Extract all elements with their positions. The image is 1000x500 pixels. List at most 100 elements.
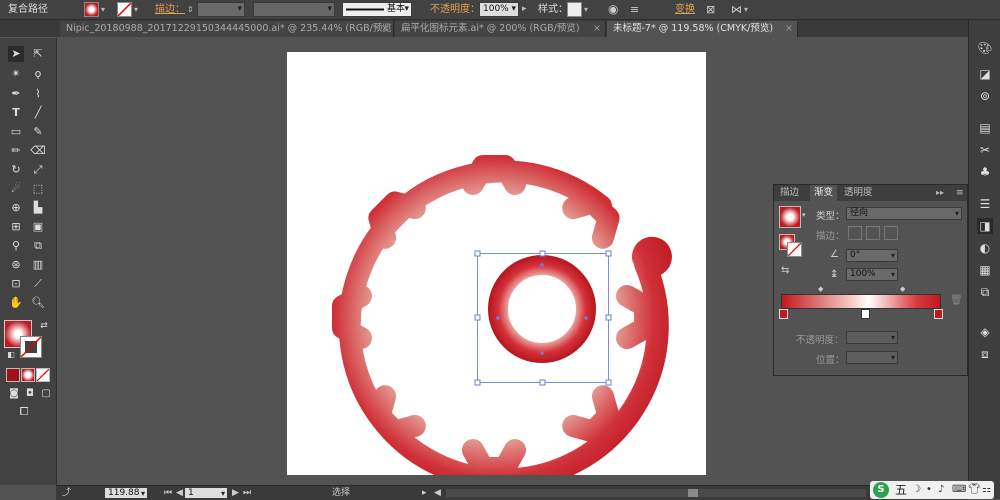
layers-icon[interactable]: ◈	[977, 324, 993, 340]
tab-nipic[interactable]: Nipic_20180988_20171229150344445000.ai* …	[60, 21, 394, 37]
ime-voice-icon[interactable]: ♪	[938, 482, 944, 498]
magic-wand-icon[interactable]: ✴	[8, 66, 24, 82]
graphic-styles-icon[interactable]: ♣	[977, 164, 993, 180]
recolor-icon[interactable]: ◉	[608, 0, 618, 19]
slice-icon[interactable]: ⟋	[30, 276, 46, 292]
stroke-weight-stepper[interactable]: ⇕	[187, 0, 194, 19]
stroke-swatch[interactable]	[117, 2, 132, 17]
color-stop-mid[interactable]	[861, 309, 870, 319]
opacity-field[interactable]: 100%	[479, 2, 519, 17]
ime-logo-icon[interactable]: S	[873, 482, 889, 498]
pen-icon[interactable]: ✒	[8, 86, 24, 102]
ime-moon-icon[interactable]: ☽	[912, 482, 921, 498]
close-icon[interactable]: ×	[381, 21, 389, 37]
ime-punctuation-icon[interactable]: •	[926, 482, 932, 498]
midpoint-right-icon[interactable]: ◆	[900, 285, 905, 293]
stop-opacity-field[interactable]	[846, 331, 898, 344]
aspect-ratio-field[interactable]: 100%	[846, 268, 898, 281]
links-icon[interactable]: ⧈	[977, 346, 993, 362]
stroke-weight-field[interactable]	[197, 2, 245, 17]
color-mode-icon[interactable]	[6, 368, 20, 382]
rotate-icon[interactable]: ↻	[8, 162, 24, 178]
tab-transparency[interactable]: 透明度	[840, 185, 877, 201]
draw-behind-icon[interactable]: ◘	[22, 386, 38, 402]
gradient-tool-icon[interactable]: ▣	[30, 219, 46, 235]
blend-icon[interactable]: ⧉	[30, 238, 46, 254]
gradient-mode-icon[interactable]	[21, 368, 35, 382]
opacity-label[interactable]: 不透明度：	[430, 0, 480, 19]
envelope-dropdown-icon[interactable]: ▾	[744, 0, 748, 19]
tab-untitled-7[interactable]: 未标题-7* @ 119.58% (CMYK/预览) ×	[607, 21, 798, 37]
tab-flat-icons[interactable]: 扁平化图标元素.ai* @ 200% (RGB/预览) ×	[395, 21, 606, 37]
zoom-field[interactable]: 119.88	[104, 487, 148, 499]
status-menu-icon[interactable]: ▸	[422, 486, 427, 500]
panel-menu-icon[interactable]: ≡	[952, 185, 968, 201]
ime-tools-icon[interactable]: ⚏	[982, 482, 991, 498]
line-tool-icon[interactable]: ╱	[30, 105, 46, 121]
brushes-icon[interactable]: ▤	[977, 120, 993, 136]
perspective-grid-icon[interactable]: ▙	[30, 200, 46, 216]
stroke-label[interactable]: 描边：	[155, 0, 185, 19]
midpoint-left-icon[interactable]: ◆	[818, 285, 823, 293]
eraser-icon[interactable]: ⌫	[30, 143, 46, 159]
envelope-icon[interactable]: ⋈	[731, 0, 742, 19]
stroke-mini-swatch[interactable]	[787, 242, 802, 257]
draw-normal-icon[interactable]: ◙	[6, 386, 22, 402]
color-panel-icon[interactable]: 🎨︎	[977, 40, 993, 56]
stroke-panel-icon[interactable]: ☰	[977, 196, 993, 212]
symbols-icon[interactable]: ✂	[977, 142, 993, 158]
transparency-icon[interactable]: ◐	[977, 240, 993, 256]
warp-icon[interactable]: ☄	[8, 181, 24, 197]
zoom-icon[interactable]: 🔍︎	[30, 295, 46, 311]
align-icon[interactable]: ≡	[630, 0, 639, 19]
brush-dropdown[interactable]: 基本	[342, 2, 412, 17]
fill-dropdown-icon[interactable]: ▾	[101, 0, 105, 19]
pencil-icon[interactable]: ✏	[8, 143, 24, 159]
stroke-within-icon[interactable]	[848, 226, 862, 240]
gradient-fill-swatch[interactable]	[779, 206, 801, 228]
eyedropper-icon[interactable]: ⚲	[8, 238, 24, 254]
color-stop-right[interactable]	[934, 309, 943, 319]
isolate-icon[interactable]: ⊠	[706, 0, 715, 19]
fill-swatch[interactable]	[84, 2, 99, 17]
artboards-panel-icon[interactable]: ⧉	[977, 284, 993, 300]
direct-selection-icon[interactable]: ⇱	[30, 46, 46, 62]
ime-keyboard-icon[interactable]: ⌨	[952, 482, 966, 498]
opacity-expand-icon[interactable]: ▸	[522, 0, 527, 19]
artboard-icon[interactable]: ⊡	[8, 276, 24, 292]
mesh-icon[interactable]: ⊞	[8, 219, 24, 235]
last-artboard-icon[interactable]: ⏭	[243, 486, 251, 500]
reverse-gradient-icon[interactable]: ⇆	[781, 265, 789, 276]
previous-artboard-icon[interactable]: ◀	[176, 486, 183, 500]
delete-stop-icon[interactable]: 🗑︎	[950, 295, 963, 306]
gradient-panel-icon[interactable]: ◨	[977, 218, 993, 234]
artboard-number-field[interactable]: 1	[184, 487, 228, 499]
transform-link[interactable]: 变换	[675, 0, 695, 19]
gradient-type-dropdown[interactable]: 径向	[846, 207, 962, 220]
color-stop-left[interactable]	[779, 309, 788, 319]
curvature-icon[interactable]: ⌇	[30, 86, 46, 102]
rectangle-icon[interactable]: ▭	[8, 124, 24, 140]
close-icon[interactable]: ×	[593, 21, 601, 37]
graphic-style-swatch[interactable]	[567, 2, 582, 17]
hand-icon[interactable]: ✋	[8, 295, 24, 311]
screen-mode-icon[interactable]: ⧠	[16, 404, 32, 420]
next-artboard-icon[interactable]: ▶	[232, 486, 239, 500]
swap-colors-icon[interactable]: ⇄	[36, 318, 52, 334]
stroke-dropdown-icon[interactable]: ▾	[134, 0, 138, 19]
close-icon[interactable]: ×	[785, 21, 793, 37]
color-guide-icon[interactable]: ◪	[977, 66, 993, 82]
lasso-icon[interactable]: ϙ	[30, 66, 46, 82]
first-artboard-icon[interactable]: ⏮	[164, 486, 172, 500]
free-transform-icon[interactable]: ⬚	[30, 181, 46, 197]
stroke-color-box[interactable]	[20, 336, 42, 358]
inner-ring[interactable]	[488, 255, 596, 363]
style-dropdown-icon[interactable]: ▾	[584, 0, 588, 19]
none-mode-icon[interactable]	[36, 368, 50, 382]
artboard[interactable]	[287, 52, 706, 475]
selection-tool-icon[interactable]: ➤	[8, 46, 24, 62]
gear-artwork[interactable]	[287, 52, 706, 475]
tab-stroke[interactable]: 描边	[776, 185, 803, 201]
paintbrush-icon[interactable]: ✎	[30, 124, 46, 140]
shape-builder-icon[interactable]: ⊕	[8, 200, 24, 216]
